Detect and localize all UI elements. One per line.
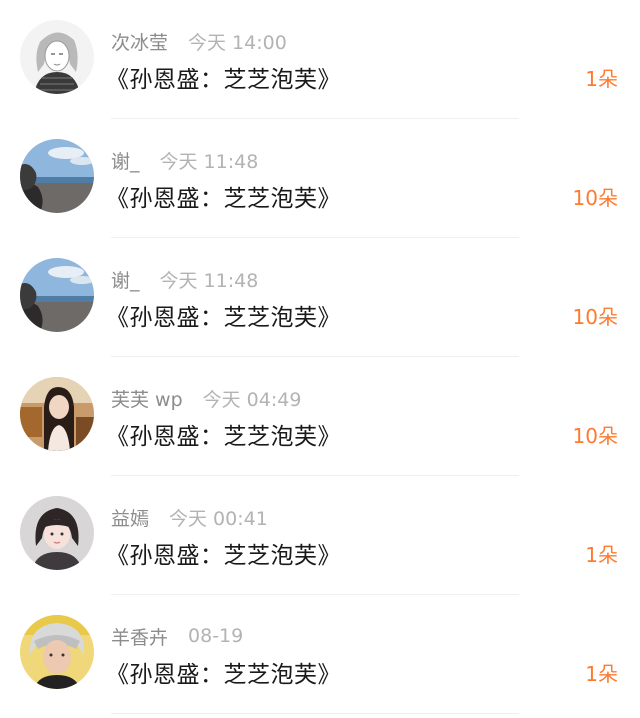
sender-name: 谢_ xyxy=(111,150,140,173)
work-title: 《孙恩盛：芝芝泡芙》 xyxy=(106,186,341,212)
sketch-girl-avatar-icon[interactable] xyxy=(20,20,94,94)
flower-count: 10朵 xyxy=(572,186,618,210)
record-meta: 羊香卉 08-19 xyxy=(111,624,244,649)
girl-portrait-avatar-icon[interactable] xyxy=(20,496,94,570)
beach-avatar-icon[interactable] xyxy=(20,139,94,213)
record-meta: 次冰莹 今天 14:00 xyxy=(111,29,287,54)
flower-count: 1朵 xyxy=(585,67,618,91)
sender-name: 羊香卉 xyxy=(111,626,169,649)
sender-name: 谢_ xyxy=(111,269,140,292)
gift-record-row[interactable]: 谢_ 今天 11:48 《孙恩盛：芝芝泡芙》 10朵 xyxy=(0,119,640,238)
work-title: 《孙恩盛：芝芝泡芙》 xyxy=(106,67,341,93)
sender-name: 次冰莹 xyxy=(111,31,169,54)
send-time: 今天 04:49 xyxy=(202,388,302,411)
row-divider xyxy=(111,713,519,714)
record-meta: 谢_ 今天 11:48 xyxy=(111,267,259,292)
work-title: 《孙恩盛：芝芝泡芙》 xyxy=(106,543,341,569)
flower-count: 1朵 xyxy=(585,662,618,686)
gift-record-row[interactable]: 次冰莹 今天 14:00 《孙恩盛：芝芝泡芙》 1朵 xyxy=(0,0,640,119)
flower-count: 1朵 xyxy=(585,543,618,567)
send-time: 今天 00:41 xyxy=(169,507,268,530)
flower-count: 10朵 xyxy=(572,424,618,448)
gift-record-list: 次冰莹 今天 14:00 《孙恩盛：芝芝泡芙》 1朵 谢_ 今天 11:48 《… xyxy=(0,0,640,718)
flower-count: 10朵 xyxy=(572,305,618,329)
gift-record-row[interactable]: 羊香卉 08-19 《孙恩盛：芝芝泡芙》 1朵 xyxy=(0,595,640,714)
beach-avatar-icon[interactable] xyxy=(20,258,94,332)
record-meta: 芙芙 wp 今天 04:49 xyxy=(111,386,302,411)
gift-record-row[interactable]: 益嫣 今天 00:41 《孙恩盛：芝芝泡芙》 1朵 xyxy=(0,476,640,595)
work-title: 《孙恩盛：芝芝泡芙》 xyxy=(106,305,341,331)
girl-photo-avatar-icon[interactable] xyxy=(20,377,94,451)
blond-boy-avatar-icon[interactable] xyxy=(20,615,94,689)
send-time: 08-19 xyxy=(188,625,244,647)
gift-record-row[interactable]: 芙芙 wp 今天 04:49 《孙恩盛：芝芝泡芙》 10朵 xyxy=(0,357,640,476)
gift-record-row[interactable]: 谢_ 今天 11:48 《孙恩盛：芝芝泡芙》 10朵 xyxy=(0,238,640,357)
sender-name: 益嫣 xyxy=(111,507,150,530)
send-time: 今天 11:48 xyxy=(159,269,259,292)
sender-name: 芙芙 wp xyxy=(111,388,183,411)
send-time: 今天 14:00 xyxy=(188,31,287,54)
send-time: 今天 11:48 xyxy=(159,150,259,173)
work-title: 《孙恩盛：芝芝泡芙》 xyxy=(106,662,341,688)
record-meta: 益嫣 今天 00:41 xyxy=(111,505,268,530)
work-title: 《孙恩盛：芝芝泡芙》 xyxy=(106,424,341,450)
record-meta: 谢_ 今天 11:48 xyxy=(111,148,259,173)
